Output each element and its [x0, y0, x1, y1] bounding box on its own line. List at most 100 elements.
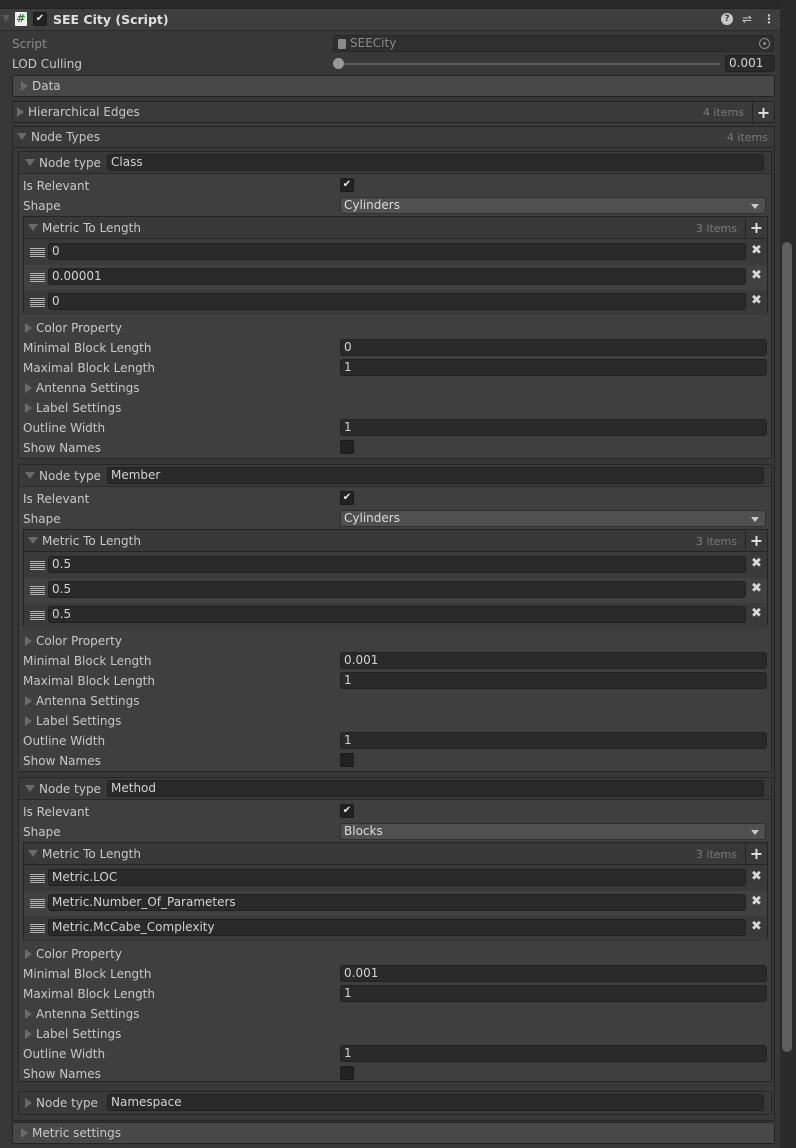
metric-to-length-header[interactable]: Metric To Length 3 items +	[24, 217, 767, 239]
node-type-name-input[interactable]: Method	[107, 780, 764, 797]
color-property-foldout[interactable]: Color Property	[25, 634, 122, 648]
maximal-block-length-input[interactable]: 1	[340, 672, 767, 689]
remove-metric-icon[interactable]: ✖	[751, 869, 762, 884]
color-property-foldout[interactable]: Color Property	[25, 947, 122, 961]
metric-input[interactable]: 0	[48, 293, 746, 310]
node-type-name-input[interactable]: Member	[107, 467, 764, 484]
script-field[interactable]: SEECity	[333, 35, 774, 52]
outline-width-input[interactable]: 1	[340, 1045, 767, 1062]
expand-arrow-icon	[25, 949, 32, 959]
minimal-block-length-label: Minimal Block Length	[23, 654, 152, 668]
data-foldout[interactable]: Data	[12, 75, 775, 97]
antenna-settings-foldout[interactable]: Antenna Settings	[25, 1007, 140, 1021]
add-metric-button[interactable]: +	[745, 530, 767, 552]
remove-metric-icon[interactable]: ✖	[751, 268, 762, 283]
show-names-checkbox[interactable]	[340, 440, 354, 454]
antenna-settings-foldout[interactable]: Antenna Settings	[25, 381, 140, 395]
help-icon[interactable]: ?	[721, 13, 733, 25]
remove-metric-icon[interactable]: ✖	[751, 919, 762, 934]
is-relevant-checkbox[interactable]: ✔	[340, 178, 354, 192]
metric-to-length-header[interactable]: Metric To Length 3 items +	[24, 843, 767, 865]
hierarchical-edges-foldout[interactable]: Hierarchical Edges 4 items +	[12, 101, 775, 124]
minimal-block-length-input[interactable]: 0.001	[340, 965, 767, 982]
minimal-block-length-input[interactable]: 0	[340, 339, 767, 356]
metric-input[interactable]: 0.5	[48, 606, 746, 623]
metric-input[interactable]: Metric.LOC	[48, 869, 746, 886]
collapse-arrow-icon[interactable]	[25, 472, 35, 479]
lod-culling-slider-handle[interactable]	[333, 58, 344, 69]
drag-handle-icon[interactable]	[30, 899, 45, 908]
is-relevant-checkbox[interactable]: ✔	[340, 804, 354, 818]
drag-handle-icon[interactable]	[30, 874, 45, 883]
metric-input[interactable]: 0	[48, 243, 746, 260]
maximal-block-length-input[interactable]: 1	[340, 359, 767, 376]
component-header[interactable]: # ✔ SEE City (Script) ? ⇌ ⋮	[0, 9, 780, 31]
metric-settings-label: Metric settings	[32, 1126, 121, 1140]
remove-metric-icon[interactable]: ✖	[751, 556, 762, 571]
label-settings-foldout[interactable]: Label Settings	[25, 714, 121, 728]
drag-handle-icon[interactable]	[30, 248, 45, 257]
node-type-label: Node type	[39, 469, 101, 483]
outline-width-input[interactable]: 1	[340, 419, 767, 436]
lod-culling-input[interactable]: 0.001	[725, 55, 775, 72]
collapse-arrow-icon[interactable]	[2, 15, 10, 22]
show-names-checkbox[interactable]	[340, 753, 354, 767]
is-relevant-checkbox[interactable]: ✔	[340, 491, 354, 505]
node-type-block-collapsed[interactable]: Node type Namespace	[18, 1091, 772, 1115]
metric-input[interactable]: 0.5	[48, 556, 746, 573]
remove-metric-icon[interactable]: ✖	[751, 581, 762, 596]
metric-input[interactable]: 0.00001	[48, 268, 746, 285]
add-metric-button[interactable]: +	[745, 843, 767, 865]
node-type-header[interactable]: Node type Method	[19, 778, 771, 800]
more-menu-icon[interactable]: ⋮	[763, 12, 775, 26]
drag-handle-icon[interactable]	[30, 924, 45, 933]
add-hierarchical-edge-button[interactable]: +	[752, 102, 774, 124]
add-metric-button[interactable]: +	[745, 217, 767, 239]
node-type-header[interactable]: Node type Class	[19, 152, 771, 174]
object-picker-icon[interactable]	[759, 38, 770, 49]
label-settings-foldout[interactable]: Label Settings	[25, 401, 121, 415]
shape-dropdown[interactable]: Cylinders	[340, 510, 766, 527]
remove-metric-icon[interactable]: ✖	[751, 894, 762, 909]
color-property-foldout[interactable]: Color Property	[25, 321, 122, 335]
metric-input[interactable]: Metric.McCabe_Complexity	[48, 919, 746, 936]
node-types-foldout[interactable]: Node Types 4 items	[12, 126, 775, 148]
minimal-block-length-input[interactable]: 0.001	[340, 652, 767, 669]
antenna-settings-foldout[interactable]: Antenna Settings	[25, 694, 140, 708]
metric-input[interactable]: 0.5	[48, 581, 746, 598]
drag-handle-icon[interactable]	[30, 298, 45, 307]
drag-handle-icon[interactable]	[30, 586, 45, 595]
node-type-name-input[interactable]: Class	[107, 154, 764, 171]
node-types-label: Node Types	[31, 130, 100, 144]
remove-metric-icon[interactable]: ✖	[751, 606, 762, 621]
shape-dropdown[interactable]: Blocks	[340, 823, 766, 840]
outline-width-input[interactable]: 1	[340, 732, 767, 749]
metric-input[interactable]: Metric.Number_Of_Parameters	[48, 894, 746, 911]
node-type-name-input[interactable]: Namespace	[107, 1094, 764, 1111]
preset-icon[interactable]: ⇌	[742, 12, 752, 26]
drag-handle-icon[interactable]	[30, 611, 45, 620]
lod-culling-slider-track[interactable]	[338, 63, 720, 65]
collapse-arrow-icon[interactable]	[25, 785, 35, 792]
show-names-checkbox[interactable]	[340, 1066, 354, 1080]
remove-metric-icon[interactable]: ✖	[751, 293, 762, 308]
component-enabled-checkbox[interactable]: ✔	[33, 12, 47, 26]
shape-dropdown[interactable]: Cylinders	[340, 197, 766, 214]
maximal-block-length-input[interactable]: 1	[340, 985, 767, 1002]
metric-row: Metric.Number_Of_Parameters ✖	[24, 891, 767, 916]
label-settings-foldout[interactable]: Label Settings	[25, 1027, 121, 1041]
remove-metric-icon[interactable]: ✖	[751, 243, 762, 258]
node-type-header[interactable]: Node type Member	[19, 465, 771, 487]
metric-settings-foldout[interactable]: Metric settings	[12, 1122, 775, 1144]
expand-arrow-icon	[25, 696, 32, 706]
drag-handle-icon[interactable]	[30, 273, 45, 282]
hierarchical-edges-label: Hierarchical Edges	[28, 105, 140, 119]
minimal-block-length-label: Minimal Block Length	[23, 341, 152, 355]
scrollbar-thumb[interactable]	[782, 242, 792, 1052]
drag-handle-icon[interactable]	[30, 561, 45, 570]
hierarchical-edges-count: 4 items	[702, 106, 744, 119]
metric-to-length-header[interactable]: Metric To Length 3 items +	[24, 530, 767, 552]
collapse-arrow-icon[interactable]	[25, 159, 35, 166]
expand-arrow-icon[interactable]	[25, 1098, 32, 1108]
is-relevant-label: Is Relevant	[23, 805, 90, 819]
